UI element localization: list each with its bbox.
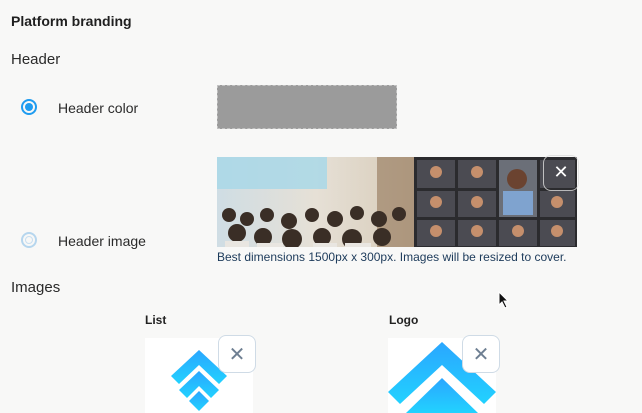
logo-image-label: Logo	[389, 313, 419, 327]
page-title: Platform branding	[11, 13, 132, 29]
header-image-hint: Best dimensions 1500px x 300px. Images w…	[217, 250, 567, 264]
remove-header-image-button[interactable]: ✕	[543, 155, 579, 191]
close-icon: ✕	[228, 342, 246, 366]
remove-logo-image-button[interactable]: ✕	[462, 335, 500, 373]
header-color-radio[interactable]	[21, 99, 37, 115]
header-color-swatch[interactable]	[217, 85, 397, 129]
header-section-title: Header	[11, 51, 61, 68]
mouse-cursor-icon	[498, 291, 510, 309]
header-image-radio[interactable]	[21, 232, 37, 248]
header-image-photo	[217, 157, 577, 247]
header-image-label[interactable]: Header image	[58, 233, 146, 249]
header-color-label[interactable]: Header color	[58, 100, 138, 116]
close-icon: ✕	[553, 162, 569, 183]
remove-list-image-button[interactable]: ✕	[218, 335, 256, 373]
images-section-title: Images	[11, 279, 61, 296]
list-image-label: List	[145, 313, 167, 327]
header-image-preview[interactable]	[217, 157, 577, 247]
close-icon: ✕	[472, 342, 490, 366]
